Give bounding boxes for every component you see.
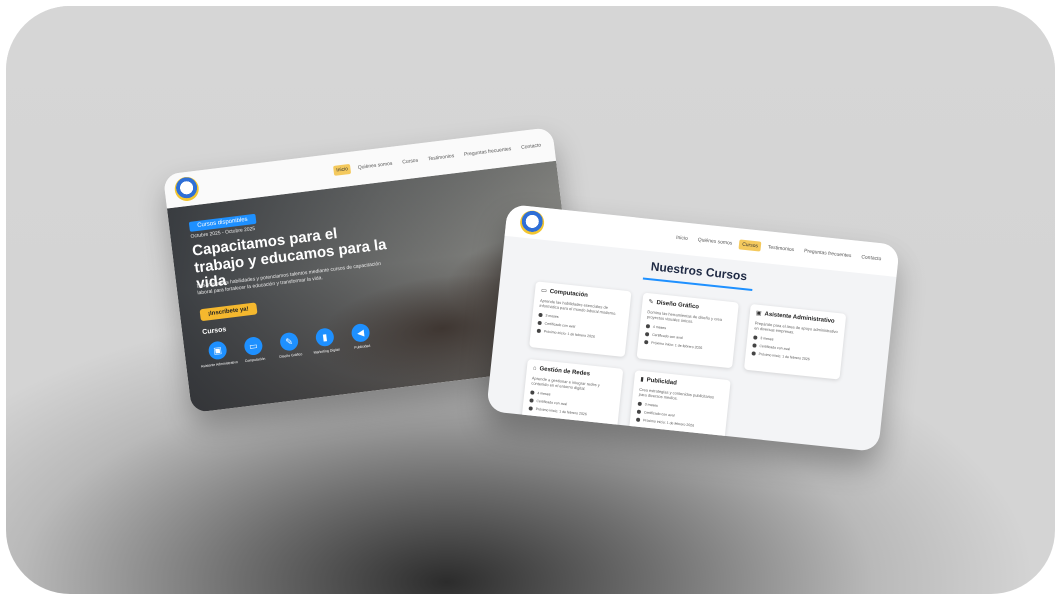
enroll-button[interactable]: ¡Inscríbete ya! bbox=[199, 302, 258, 322]
course-shortcut[interactable]: ▭ Computación bbox=[237, 335, 270, 363]
nav-link[interactable]: Quiénes somos bbox=[694, 235, 736, 249]
card-meta-text: 3 meses bbox=[760, 335, 774, 342]
info-icon bbox=[644, 331, 650, 337]
info-icon bbox=[530, 390, 535, 395]
card-meta-text: Certificado con aval bbox=[651, 332, 683, 340]
course-shortcut[interactable]: ▣ Asistente Administrativo bbox=[200, 340, 239, 369]
info-icon bbox=[538, 312, 543, 317]
card-meta-text: 4 meses bbox=[537, 390, 551, 397]
monitor-icon: ▭ bbox=[540, 287, 547, 295]
info-icon bbox=[537, 320, 542, 325]
card-meta-text: Certificado con aval bbox=[544, 321, 576, 329]
nav-link[interactable]: Testimonios bbox=[424, 151, 457, 165]
card-meta-text: Próximo inicio: 1 de febrero 2026 bbox=[758, 351, 810, 362]
nav-link[interactable]: Contacto bbox=[858, 252, 885, 265]
nav-link[interactable]: Quiénes somos bbox=[354, 158, 396, 173]
course-icon-row: ▣ Asistente Administrativo ▭ Computación ✎ Di… bbox=[200, 322, 378, 369]
info-icon bbox=[751, 351, 756, 356]
nav-link[interactable]: Testimonios bbox=[764, 242, 797, 255]
course-card[interactable]: ✎ Diseño Gráfico Domina las herramientas d… bbox=[636, 292, 739, 369]
nav-link[interactable]: Inicio bbox=[332, 163, 352, 176]
nav-link[interactable]: Preguntas frecuentes bbox=[461, 144, 515, 160]
card-meta-text: Certificado con aval bbox=[536, 398, 568, 407]
info-icon bbox=[753, 335, 758, 340]
card-meta-text: Próximo inicio: 1 de febrero 2026 bbox=[535, 406, 587, 417]
logo[interactable] bbox=[518, 209, 546, 236]
info-icon bbox=[637, 401, 643, 406]
chart-icon: ▮ bbox=[639, 376, 644, 384]
megaphone-icon: ◀ bbox=[350, 322, 371, 343]
card-title: Computación bbox=[549, 288, 589, 299]
nav-link[interactable]: Cursos bbox=[399, 155, 422, 168]
course-shortcut-label: Asistente Administrativo bbox=[200, 360, 239, 369]
nav-link[interactable]: Cursos bbox=[738, 239, 762, 252]
info-icon bbox=[635, 417, 641, 422]
network-icon: ⌂ bbox=[532, 365, 537, 372]
card-meta-text: Próximo inicio: 1 de febrero 2026 bbox=[543, 329, 596, 339]
course-shortcut[interactable]: ✎ Diseño Gráfico bbox=[273, 331, 306, 359]
card-meta-text: Certificado con aval bbox=[643, 410, 675, 418]
info-icon bbox=[529, 398, 534, 403]
courses-label: Cursos bbox=[201, 326, 227, 337]
card-title: Publicidad bbox=[646, 377, 678, 387]
nav-link[interactable]: Inicio bbox=[673, 232, 692, 244]
card-meta-text: 4 meses bbox=[652, 324, 667, 330]
info-icon bbox=[536, 328, 542, 333]
courses-mockup: Inicio Quiénes somos Cursos Testimonios Preg… bbox=[486, 203, 900, 453]
info-icon bbox=[636, 409, 642, 414]
course-shortcut-label: Diseño Gráfico bbox=[279, 352, 303, 359]
course-card[interactable]: ▭ Computación Aprende las habilidades esen… bbox=[529, 281, 632, 358]
briefcase-icon: ▣ bbox=[207, 340, 228, 361]
card-meta-text: 3 meses bbox=[545, 313, 559, 319]
brush-icon: ✎ bbox=[648, 299, 654, 306]
info-icon bbox=[528, 406, 533, 411]
card-title: Gestión de Redes bbox=[539, 366, 591, 378]
course-card[interactable]: ▣ Asistente Administrativo Prepárate para … bbox=[743, 303, 847, 380]
course-shortcut-label: Computación bbox=[244, 356, 266, 364]
info-icon bbox=[752, 343, 757, 348]
info-icon bbox=[644, 339, 649, 345]
nav-link[interactable]: Preguntas frecuentes bbox=[801, 246, 855, 262]
card-meta-text: 3 meses bbox=[644, 402, 659, 408]
nav-link[interactable]: Contacto bbox=[518, 140, 545, 153]
brush-icon: ✎ bbox=[279, 331, 300, 352]
card-meta-text: Próximo inicio: 1 de febrero 2026 bbox=[651, 340, 703, 350]
logo[interactable] bbox=[173, 175, 201, 203]
chart-icon: ▮ bbox=[314, 327, 335, 348]
info-icon bbox=[645, 323, 651, 329]
laptop-icon: ▭ bbox=[243, 335, 264, 357]
course-shortcut-label: Marketing Digital bbox=[313, 347, 340, 355]
course-shortcut[interactable]: ▮ Marketing Digital bbox=[309, 326, 342, 355]
card-meta-text: Próximo inicio: 1 de febrero 2026 bbox=[642, 418, 695, 428]
card-meta-text: Certificado con aval bbox=[759, 343, 791, 352]
card-title: Diseño Gráfico bbox=[656, 300, 700, 311]
briefcase-icon: ▣ bbox=[755, 310, 762, 318]
course-shortcut-label: Publicidad bbox=[354, 343, 371, 350]
course-shortcut[interactable]: ◀ Publicidad bbox=[345, 322, 378, 350]
